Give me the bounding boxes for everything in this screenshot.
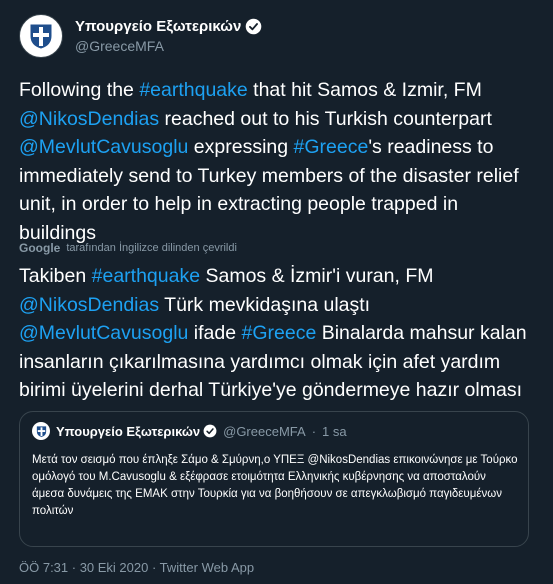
text-segment: Takiben: [19, 265, 92, 287]
tweet-footer[interactable]: ÖÖ 7:31 · 30 Eki 2020 · Twitter Web App: [19, 560, 254, 575]
mention-link[interactable]: @MevlutCavusoglu: [19, 322, 188, 344]
quoted-handle: @GreeceMFA: [223, 423, 306, 439]
translation-note: Google tarafından İngilizce dilinden çev…: [19, 241, 237, 255]
text-segment: Samos & İzmir'i vuran, FM: [200, 265, 434, 287]
text-segment: that hit Samos & Izmir, FM: [247, 79, 482, 101]
greek-coat-of-arms-icon: [36, 425, 46, 437]
text-segment: Following the: [19, 79, 140, 101]
hashtag-link[interactable]: #Greece: [242, 322, 317, 344]
quoted-avatar: [32, 422, 50, 440]
greek-coat-of-arms-icon: [30, 24, 52, 49]
quoted-separator: ·: [311, 423, 317, 439]
mention-link[interactable]: @MevlutCavusoglu: [19, 136, 188, 158]
quoted-time: 1 sa: [322, 423, 347, 439]
hashtag-link[interactable]: #earthquake: [92, 265, 200, 287]
mention-link[interactable]: @NikosDendias: [19, 108, 159, 130]
avatar[interactable]: [19, 14, 63, 58]
quoted-tweet[interactable]: Υπουργείο Εξωτερικών @GreeceMFA · 1 sa Μ…: [19, 411, 529, 547]
text-segment: Türk mevkidaşına ulaştı: [159, 293, 371, 316]
hashtag-link[interactable]: #Greece: [294, 136, 369, 158]
tweet-header: Υπουργείο Εξωτερικών @GreeceMFA: [19, 14, 262, 58]
account-name[interactable]: Υπουργείο Εξωτερικών: [75, 18, 241, 35]
text-segment: reached out to his Turkish counterpart: [159, 107, 492, 130]
text-segment: ifade: [188, 322, 242, 344]
translation-note-text: tarafından İngilizce dilinden çevrildi: [66, 242, 237, 254]
mention-link[interactable]: @NikosDendias: [19, 294, 159, 316]
tweet-text: Following the #earthquake that hit Samos…: [19, 76, 529, 247]
google-logo[interactable]: Google: [19, 241, 60, 255]
text-segment: expressing: [188, 136, 294, 158]
verified-badge-icon: [203, 424, 217, 438]
translated-text: Takiben #earthquake Samos & İzmir'i vura…: [19, 262, 534, 405]
quoted-account-name: Υπουργείο Εξωτερικών: [56, 423, 201, 439]
verified-badge-icon: [245, 18, 262, 35]
account-handle[interactable]: @GreeceMFA: [75, 38, 262, 54]
hashtag-link[interactable]: #earthquake: [139, 79, 247, 101]
quoted-text: Μετά τον σεισμό που έπληξε Σάμο & Σμύρνη…: [32, 454, 518, 517]
